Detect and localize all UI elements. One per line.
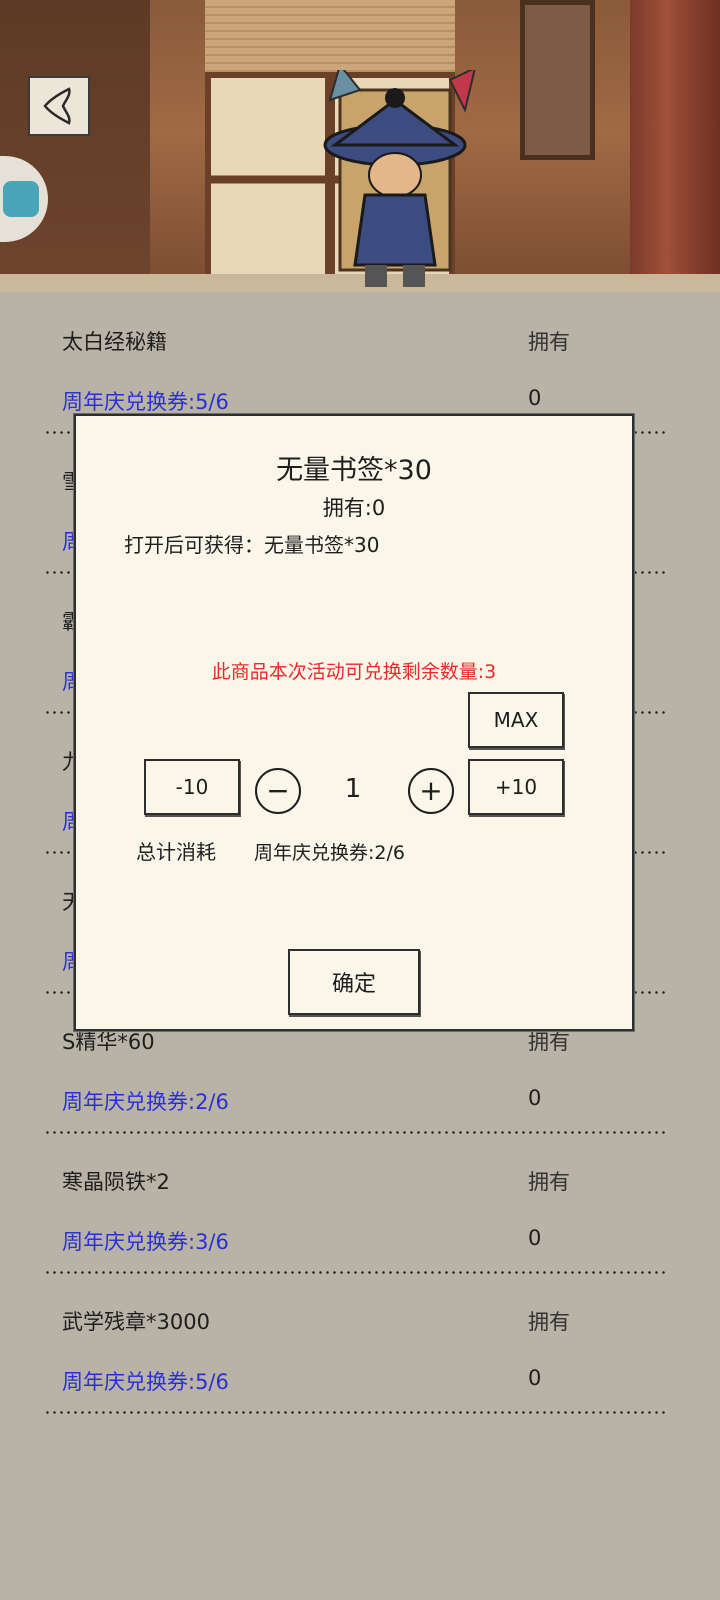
back-button[interactable] [28,76,90,136]
window-blind [205,0,455,76]
confirm-button[interactable]: 确定 [288,949,420,1015]
list-item[interactable]: 武学残章*3000 拥有 周年庆兑换券:5/6 0 [0,1280,720,1420]
exchange-dialog: 无量书签*30 拥有:0 打开后可获得：无量书签*30 此商品本次活动可兑换剩余… [74,414,634,1031]
owned-count: 0 [528,386,542,410]
owned-count: 0 [528,1226,542,1250]
item-name: 武学残章*3000 [62,1310,210,1334]
dotted-divider [44,1271,666,1274]
total-cost-label: 总计消耗 [136,840,216,864]
event-icon [3,181,39,217]
merchant-character [323,70,476,287]
dialog-title: 无量书签*30 [276,455,432,486]
item-cost: 周年庆兑换券:2/6 [62,1090,229,1114]
dotted-divider [44,1131,666,1134]
item-name: 寒晶陨铁*2 [62,1170,170,1194]
max-button[interactable]: MAX [468,692,564,748]
total-cost-value: 周年庆兑换券:2/6 [254,842,405,864]
owned-count: 0 [528,1366,542,1390]
item-cost: 周年庆兑换券:3/6 [62,1230,229,1254]
item-cost: 周年庆兑换券:5/6 [62,390,229,414]
item-name: 太白经秘籍 [62,330,167,354]
owned-label: 拥有 [528,1310,570,1334]
remaining-limit-notice: 此商品本次活动可兑换剩余数量:3 [211,661,497,683]
curtain [630,0,720,292]
decrement-button[interactable]: − [255,768,301,814]
bookshelf [0,0,150,292]
owned-count: 0 [528,1086,542,1110]
plus-icon: + [419,774,443,807]
owned-label: 拥有 [528,330,570,354]
owned-quantity: 拥有:0 [322,496,386,520]
minus-10-button[interactable]: -10 [144,759,240,815]
owned-label: 拥有 [528,1170,570,1194]
dotted-divider [44,1411,666,1414]
item-cost: 周年庆兑换券:5/6 [62,1370,229,1394]
chevron-left-icon [43,87,71,125]
plus-10-button[interactable]: +10 [468,759,564,815]
quantity-value: 1 [344,774,362,804]
shop-banner-scene [0,0,720,292]
increment-button[interactable]: + [408,768,454,814]
minus-icon: − [266,774,290,807]
reward-description: 打开后可获得：无量书签*30 [124,533,380,557]
list-item[interactable]: 寒晶陨铁*2 拥有 周年庆兑换券:3/6 0 [0,1140,720,1280]
wall-painting [520,0,595,160]
